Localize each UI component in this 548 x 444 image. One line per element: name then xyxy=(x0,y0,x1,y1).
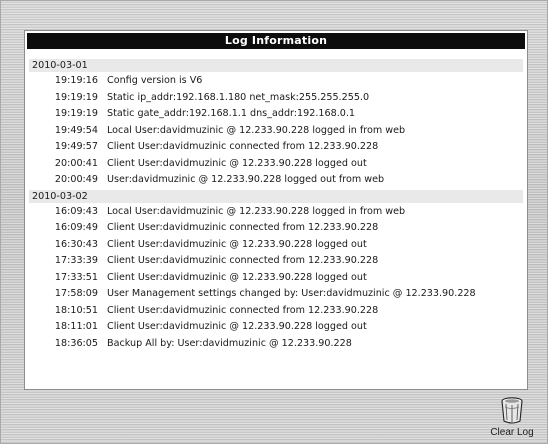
log-entry: 18:36:05 Backup All by: User:davidmuzinic… xyxy=(29,336,523,353)
log-entry-message: Local User:davidmuzinic @ 12.233.90.228 … xyxy=(107,205,406,217)
log-entry-time: 17:33:51 xyxy=(54,271,98,283)
log-entry: 19:19:16 Config version is V6 xyxy=(29,73,523,90)
log-entry-time: 17:58:09 xyxy=(54,288,98,299)
log-entry: 20:00:41 Client User:davidmuzinic @ 12.23… xyxy=(29,156,523,173)
log-entry-time: 20:00:49 xyxy=(54,174,98,185)
log-entry: 19:49:54 Local User:davidmuzinic @ 12.233… xyxy=(29,123,523,140)
log-entry: 17:58:09 User Management settings changed… xyxy=(29,286,523,303)
log-entry-time: 19:19:19 xyxy=(54,108,98,119)
log-entry-message: Client User:davidmuzinic @ 12.233.90.228… xyxy=(107,321,367,332)
log-list: 2010-03-01 19:19:16 Config version is V6 19… xyxy=(29,58,523,385)
log-entry: 20:00:49 User:davidmuzinic @ 12.233.90.22… xyxy=(29,172,523,189)
log-entry-message: User:davidmuzinic @ 12.233.90.228 logged… xyxy=(107,174,385,185)
log-entry-message: Client User:davidmuzinic @ 12.233.90.228… xyxy=(107,238,367,250)
trash-can-icon xyxy=(501,397,523,424)
clear-log-button[interactable]: Clear Log xyxy=(482,395,542,441)
log-entry: 18:11:01 Client User:davidmuzinic @ 12.23… xyxy=(29,319,523,336)
log-entry-time: 16:09:49 xyxy=(54,222,98,233)
log-entry: 17:33:39 Client User:davidmuzinic connect… xyxy=(29,253,523,270)
log-entry: 16:09:49 Client User:davidmuzinic connect… xyxy=(29,220,523,237)
log-entry-message: Static gate_addr:192.168.1.1 dns_addr:19… xyxy=(107,108,356,119)
log-entry-time: 18:11:01 xyxy=(54,321,98,332)
log-date-header: 2010-03-01 xyxy=(29,59,523,72)
log-entry-message: Static ip_addr:192.168.1.180 net_mask:25… xyxy=(107,91,370,103)
log-entry: 19:19:19 Static gate_addr:192.168.1.1 dns… xyxy=(29,106,523,123)
log-entry-message: Client User:davidmuzinic @ 12.233.90.228… xyxy=(107,271,367,283)
log-entry-message: Config version is V6 xyxy=(107,75,203,86)
log-entry-message: Client User:davidmuzinic @ 12.233.90.228… xyxy=(107,157,367,169)
clear-log-label: Clear Log xyxy=(490,427,534,438)
log-entry: 19:49:57 Client User:davidmuzinic connect… xyxy=(29,139,523,156)
log-date-header: 2010-03-02 xyxy=(29,189,523,203)
log-entry-time: 17:33:39 xyxy=(54,255,98,266)
log-entry-time: 19:19:16 xyxy=(54,75,98,86)
log-entry: 17:33:51 Client User:davidmuzinic @ 12.23… xyxy=(29,270,523,287)
log-entry: 19:19:19 Static ip_addr:192.168.1.180 net… xyxy=(29,90,523,107)
log-entry-message: Client User:davidmuzinic connected from … xyxy=(107,304,379,316)
log-entry-time: 20:00:41 xyxy=(54,157,98,169)
log-entry: 16:09:43 Local User:davidmuzinic @ 12.233… xyxy=(29,204,523,221)
log-entry-time: 19:49:57 xyxy=(54,141,98,152)
log-entry: 18:10:51 Client User:davidmuzinic connect… xyxy=(29,303,523,320)
log-entry-time: 18:10:51 xyxy=(54,304,98,316)
log-entry-time: 16:30:43 xyxy=(54,238,98,250)
log-entry: 16:30:43 Client User:davidmuzinic @ 12.23… xyxy=(29,237,523,254)
log-entry-time: 18:36:05 xyxy=(54,337,98,349)
log-entry-message: User Management settings changed by: Use… xyxy=(107,288,476,299)
log-entry-message: Client User:davidmuzinic connected from … xyxy=(107,222,379,233)
log-entry-message: Local User:davidmuzinic @ 12.233.90.228 … xyxy=(107,124,406,136)
log-entry-time: 16:09:43 xyxy=(54,205,98,217)
log-entry-message: Client User:davidmuzinic connected from … xyxy=(107,141,379,152)
log-entry-message: Backup All by: User:davidmuzinic @ 12.23… xyxy=(107,337,352,349)
log-entry-message: Client User:davidmuzinic connected from … xyxy=(107,255,379,266)
panel-title: Log Information xyxy=(27,33,525,49)
log-entry-time: 19:19:19 xyxy=(54,91,98,103)
log-information-panel: Log Information 2010-03-01 19:19:16 Config… xyxy=(24,30,528,390)
log-entry-time: 19:49:54 xyxy=(54,124,98,136)
